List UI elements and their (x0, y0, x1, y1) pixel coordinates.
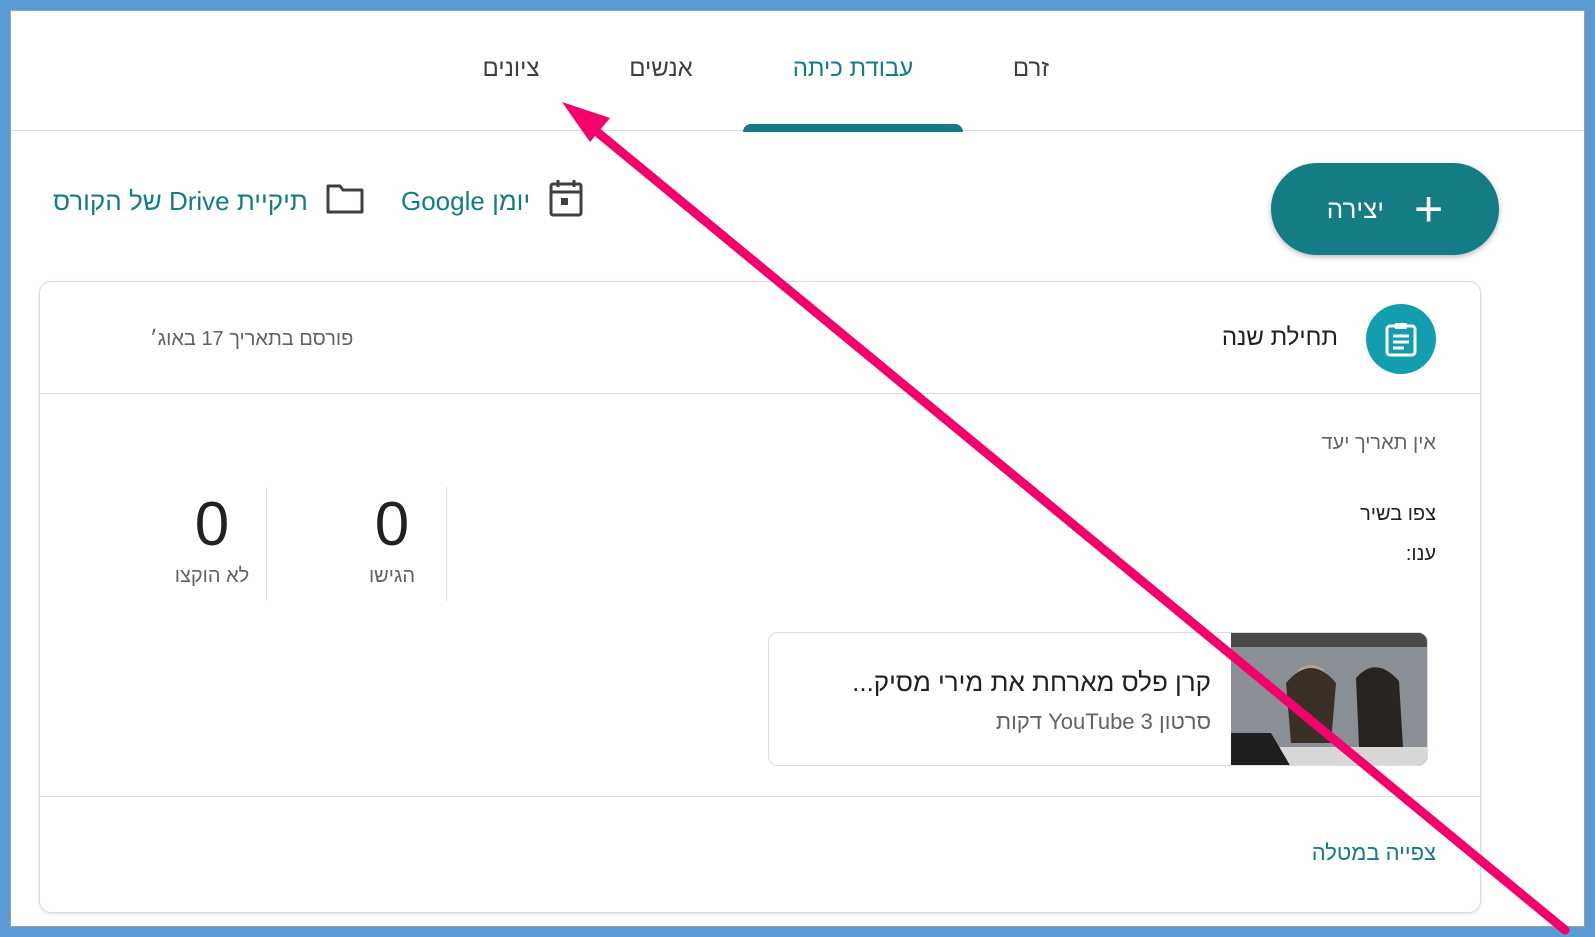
tab-people-label: אנשים (629, 55, 693, 82)
calendar-link-label: יומן Google (401, 185, 531, 216)
tab-people[interactable]: אנשים (601, 11, 721, 131)
drive-link-label: תיקיית Drive של הקורס (53, 185, 308, 216)
active-tab-indicator (743, 124, 963, 132)
tab-classwork[interactable]: עבודת כיתה (743, 11, 963, 132)
not-assigned-caption: לא הוקצו (174, 565, 250, 587)
tab-grades[interactable]: ציונים (451, 11, 571, 131)
drive-folder-link[interactable]: תיקיית Drive של הקורס (53, 179, 364, 223)
tab-stream[interactable]: זרם (976, 11, 1086, 131)
view-assignment-link[interactable]: צפייה במטלה (1312, 840, 1436, 866)
card-divider (40, 796, 1480, 797)
assignment-icon (1366, 304, 1436, 374)
posted-date: פורסם בתאריך 17 באוג׳ (150, 328, 354, 350)
turned-in-caption: הגישו (368, 565, 416, 587)
video-thumbnail (1231, 633, 1427, 765)
tab-bar: זרם עבודת כיתה אנשים ציונים (11, 11, 1584, 132)
stat-divider (446, 487, 447, 601)
stat-divider (266, 487, 267, 601)
not-assigned-count: 0 (194, 490, 230, 559)
tab-classwork-label: עבודת כיתה (792, 55, 914, 82)
create-button-label: יצירה (1326, 193, 1385, 224)
instructions-line-1: צפו בשיר (1360, 503, 1436, 525)
assignment-instructions: צפו בשיר ענו: (1360, 494, 1436, 574)
classroom-window: זרם עבודת כיתה אנשים ציונים + יצירה יומן… (10, 10, 1585, 927)
plus-icon: + (1414, 181, 1444, 237)
tab-stream-label: זרם (1012, 55, 1050, 82)
tab-grades-label: ציונים (482, 55, 540, 82)
instructions-line-2: ענו: (1405, 543, 1436, 565)
folder-icon (326, 182, 364, 221)
assignment-card: תחילת שנה פורסם בתאריך 17 באוג׳ אין תארי… (39, 281, 1481, 913)
calendar-icon (548, 178, 584, 225)
google-calendar-link[interactable]: יומן Google (401, 179, 584, 223)
turned-in-count: 0 (374, 490, 410, 559)
due-date: אין תאריך יעד (1321, 432, 1436, 454)
stat-turned-in[interactable]: 0 הגישו (302, 487, 482, 599)
attachment-subtitle: סרטון YouTube 3 דקות (995, 709, 1211, 734)
create-button[interactable]: + יצירה (1271, 163, 1499, 255)
stat-not-assigned[interactable]: 0 לא הוקצו (122, 487, 302, 599)
attachment-title: קרן פלס מארחת את מירי מסיק... (852, 667, 1211, 697)
assignment-title: תחילת שנה (1221, 324, 1338, 351)
assignment-header[interactable]: תחילת שנה פורסם בתאריך 17 באוג׳ (40, 282, 1480, 394)
video-attachment[interactable]: קרן פלס מארחת את מירי מסיק... סרטון YouT… (768, 632, 1428, 766)
